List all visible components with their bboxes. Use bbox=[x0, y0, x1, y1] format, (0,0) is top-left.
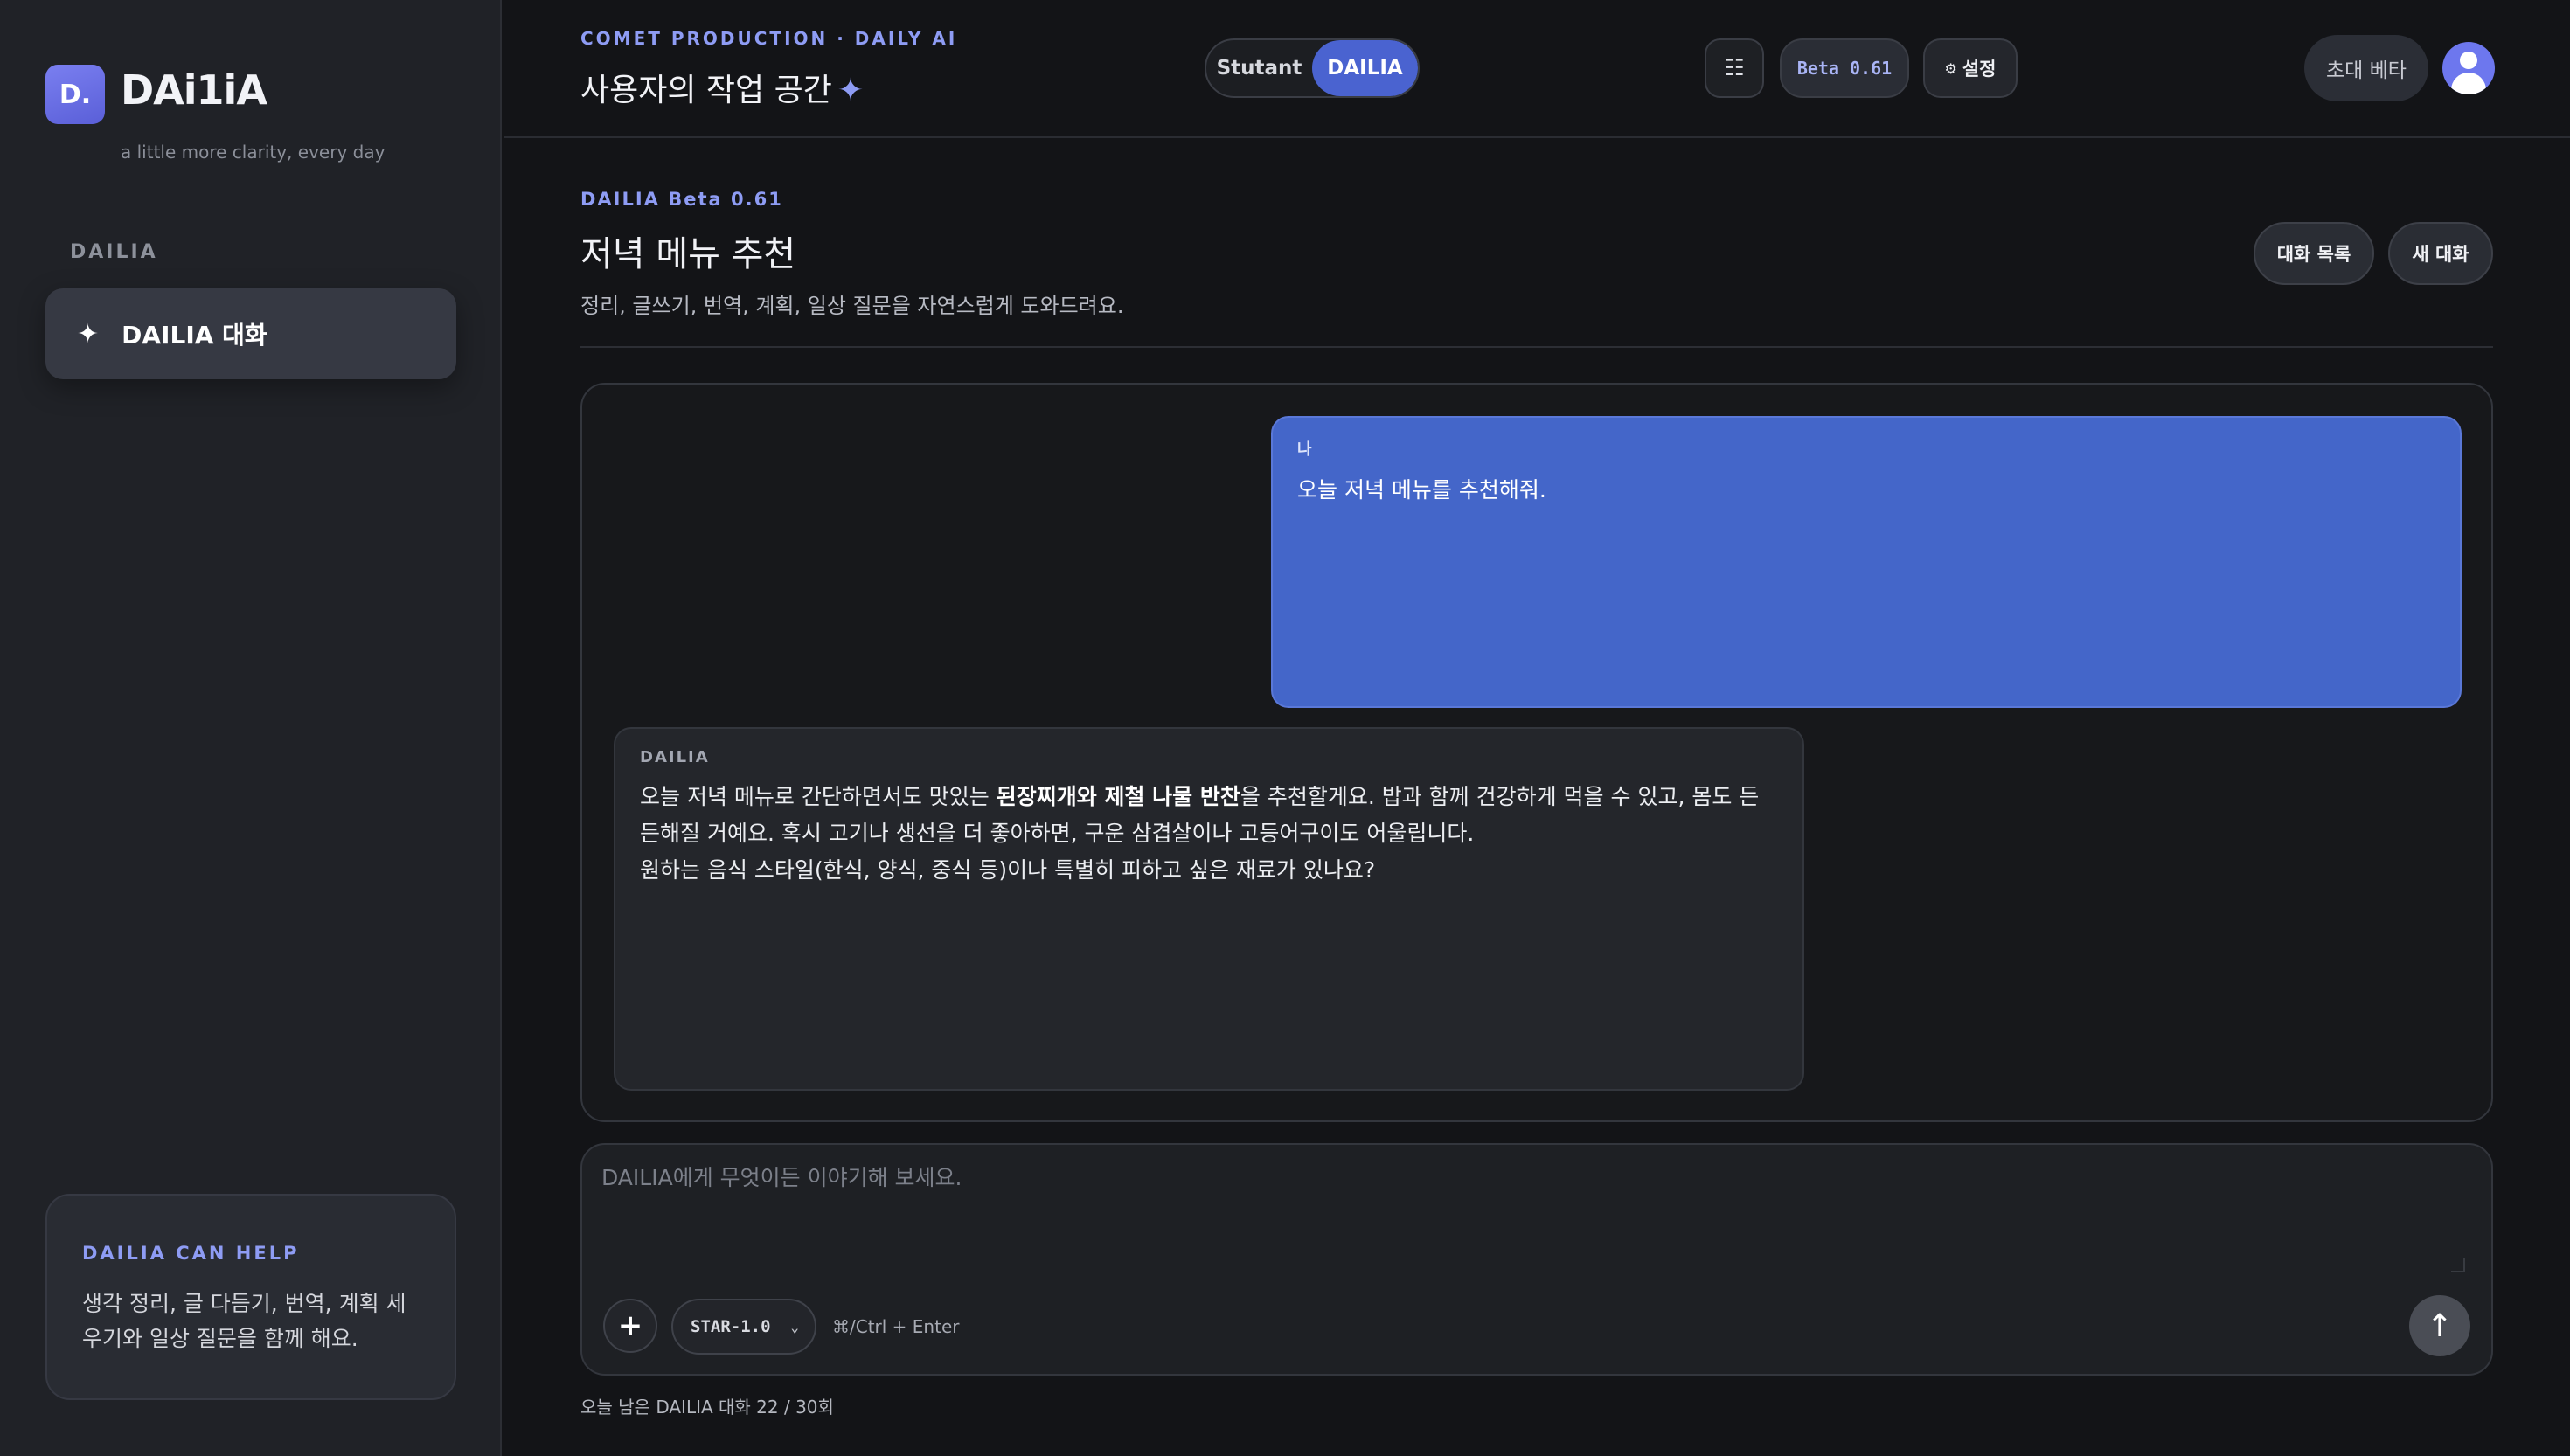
daily-quota-text: 오늘 남은 DAILIA 대화 22 / 30회 bbox=[580, 1397, 834, 1418]
resize-handle-icon[interactable] bbox=[2451, 1258, 2465, 1272]
logo-badge[interactable]: D. bbox=[45, 65, 105, 124]
send-shortcut-hint: ⌘/Ctrl + Enter bbox=[832, 1316, 960, 1337]
invite-beta-button[interactable]: 초대 베타 bbox=[2304, 35, 2428, 101]
sidebar: D. DAi1iA a little more clarity, every d… bbox=[0, 0, 502, 1456]
message-text-line: 원하는 음식 스타일(한식, 양식, 중식 등)이나 특별히 피하고 싶은 재료… bbox=[640, 857, 1376, 883]
attach-button[interactable]: + bbox=[603, 1299, 657, 1353]
nav-section-label: DAILIA bbox=[70, 241, 158, 263]
mode-toggle: Stutant DAILIA bbox=[1205, 38, 1420, 98]
settings-button[interactable]: ⚙ 설정 bbox=[1923, 38, 2018, 98]
page-title: 저녁 메뉴 추천 bbox=[580, 234, 796, 274]
sparkle-icon: ✦ bbox=[837, 73, 865, 108]
sparkle-icon: ✦ bbox=[77, 318, 100, 350]
header-eyebrow: COMET PRODUCTION · DAILY AI bbox=[580, 28, 958, 49]
workspace-title: 사용자의 작업 공간 ✦ bbox=[580, 65, 864, 110]
message-author: DAILIA bbox=[640, 748, 710, 766]
chevron-down-icon: ⌄ bbox=[790, 1318, 799, 1335]
user-message: 나 오늘 저녁 메뉴를 추천해줘. bbox=[1271, 416, 2462, 708]
mode-stutant-button[interactable]: Stutant bbox=[1206, 40, 1312, 96]
model-select[interactable]: STAR-1.0 ⌄ bbox=[671, 1299, 816, 1355]
plus-icon: + bbox=[617, 1308, 643, 1343]
arrow-up-icon: ↑ bbox=[2426, 1307, 2454, 1344]
new-chat-button[interactable]: 새 대화 bbox=[2388, 222, 2493, 285]
page-description: 정리, 글쓰기, 번역, 계획, 일상 질문을 자연스럽게 도와드려요. bbox=[580, 294, 1124, 318]
sidebar-item-label: DAILIA 대화 bbox=[122, 321, 267, 350]
chat-panel[interactable]: 나 오늘 저녁 메뉴를 추천해줘. DAILIA 오늘 저녁 메뉴로 간단하면서… bbox=[580, 383, 2493, 1122]
chat-eyebrow: DAILIA Beta 0.61 bbox=[580, 189, 783, 210]
tagline: a little more clarity, every day bbox=[121, 142, 386, 163]
message-text: 오늘 저녁 메뉴를 추천해줘. bbox=[1297, 477, 1546, 503]
assistant-message: DAILIA 오늘 저녁 메뉴로 간단하면서도 맛있는 된장찌개와 제철 나물 … bbox=[614, 727, 1804, 1091]
message-composer: + STAR-1.0 ⌄ ⌘/Ctrl + Enter ↑ bbox=[580, 1143, 2493, 1376]
beta-version-badge[interactable]: Beta 0.61 bbox=[1780, 38, 1909, 98]
message-author: 나 bbox=[1297, 440, 1314, 459]
mode-dailia-button[interactable]: DAILIA bbox=[1312, 40, 1418, 96]
message-text-bold: 된장찌개와 제철 나물 반찬 bbox=[996, 784, 1240, 809]
message-text-part: 오늘 저녁 메뉴로 간단하면서도 맛있는 bbox=[640, 784, 997, 809]
help-card: DAILIA CAN HELP 생각 정리, 글 다듬기, 번역, 계획 세우기… bbox=[45, 1194, 456, 1400]
message-text: 오늘 저녁 메뉴로 간단하면서도 맛있는 된장찌개와 제철 나물 반찬을 추천할… bbox=[640, 779, 1778, 889]
logo-badge-text: D. bbox=[59, 79, 92, 110]
model-select-value: STAR-1.0 bbox=[691, 1317, 771, 1336]
help-card-title: DAILIA CAN HELP bbox=[82, 1243, 300, 1264]
grid-icon: ☷ bbox=[1724, 55, 1745, 81]
chat-history-button[interactable]: 대화 목록 bbox=[2254, 222, 2374, 285]
sidebar-item-dailia-chat[interactable]: ✦ DAILIA 대화 bbox=[45, 288, 456, 379]
workspace-title-text: 사용자의 작업 공간 bbox=[580, 73, 832, 108]
avatar-head bbox=[2460, 52, 2477, 69]
divider bbox=[580, 346, 2493, 348]
grid-view-button[interactable]: ☷ bbox=[1705, 38, 1764, 98]
gear-icon: ⚙ bbox=[1944, 59, 1957, 77]
help-card-text: 생각 정리, 글 다듬기, 번역, 계획 세우기와 일상 질문을 함께 해요. bbox=[82, 1291, 406, 1351]
message-input[interactable] bbox=[601, 1161, 2455, 1283]
logo-text[interactable]: DAi1iA bbox=[121, 66, 267, 114]
user-avatar-icon[interactable] bbox=[2442, 42, 2495, 94]
send-button[interactable]: ↑ bbox=[2409, 1295, 2470, 1356]
settings-label: 설정 bbox=[1962, 59, 1997, 80]
main-content: DAILIA Beta 0.61 저녁 메뉴 추천 정리, 글쓰기, 번역, 계… bbox=[504, 140, 2570, 1456]
avatar-body bbox=[2451, 73, 2486, 94]
top-header: COMET PRODUCTION · DAILY AI 사용자의 작업 공간 ✦ … bbox=[504, 0, 2570, 138]
